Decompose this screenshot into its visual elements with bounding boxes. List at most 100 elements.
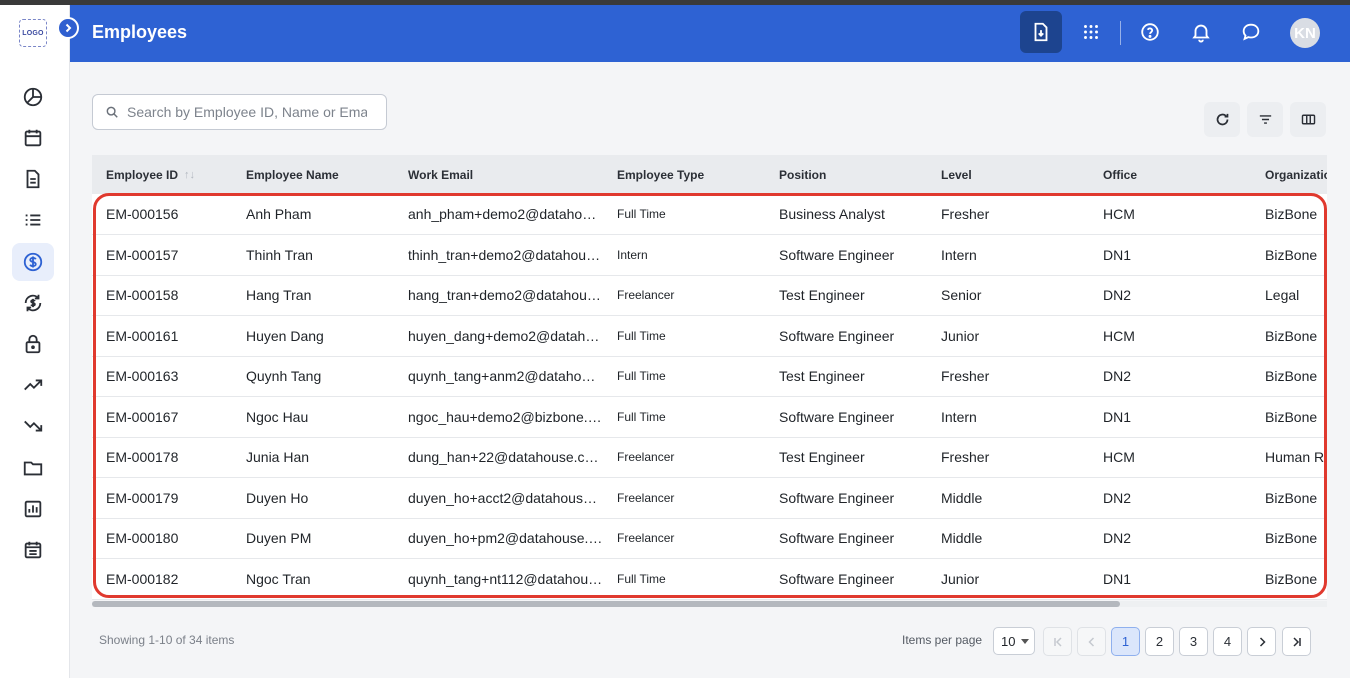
- notifications-button[interactable]: [1180, 11, 1222, 53]
- cell-organization: BizBone: [1251, 315, 1327, 357]
- table-header-row: Employee ID ↑↓ Employee Name Work Email E…: [92, 155, 1327, 194]
- cell-work-email: duyen_ho+acct2@datahouse.com: [394, 477, 603, 519]
- cell-position: Software Engineer: [765, 315, 927, 357]
- column-header-employee-id[interactable]: Employee ID ↑↓: [92, 155, 232, 194]
- chevron-left-icon: [1087, 636, 1094, 647]
- first-page-button[interactable]: [1043, 627, 1072, 656]
- sidebar-item-growth[interactable]: [12, 366, 54, 404]
- sidebar-item-calendar[interactable]: [12, 119, 54, 157]
- columns-icon: [1301, 114, 1315, 125]
- dollar-icon: [23, 252, 43, 272]
- folder-icon: [23, 461, 43, 476]
- cell-work-email: anh_pham+demo2@datahouse.com: [394, 194, 603, 235]
- last-page-button[interactable]: [1282, 627, 1311, 656]
- sidebar-item-payroll[interactable]: [12, 243, 54, 281]
- cell-employee-name: Huyen Dang: [232, 315, 394, 357]
- sidebar-item-exchange[interactable]: [12, 284, 54, 322]
- apps-button[interactable]: [1070, 11, 1112, 53]
- help-button[interactable]: [1129, 11, 1171, 53]
- page-button-2[interactable]: 2: [1145, 627, 1174, 656]
- table-row[interactable]: EM-000163 Quynh Tang quynh_tang+anm2@dat…: [92, 356, 1327, 397]
- table-row[interactable]: EM-000156 Anh Pham anh_pham+demo2@dataho…: [92, 194, 1327, 235]
- cell-level: Intern: [927, 396, 1089, 438]
- cell-position: Test Engineer: [765, 356, 927, 397]
- cell-level: Fresher: [927, 356, 1089, 397]
- table-row[interactable]: EM-000179 Duyen Ho duyen_ho+acct2@dataho…: [92, 477, 1327, 519]
- table-row[interactable]: EM-000180 Duyen PM duyen_ho+pm2@datahous…: [92, 518, 1327, 559]
- page-button-4[interactable]: 4: [1213, 627, 1242, 656]
- page-button-1[interactable]: 1: [1111, 627, 1140, 656]
- prev-page-button[interactable]: [1077, 627, 1106, 656]
- column-header-employee-name[interactable]: Employee Name: [232, 155, 394, 194]
- filter-button[interactable]: [1247, 102, 1283, 137]
- sidebar-item-decline[interactable]: [12, 407, 54, 445]
- search-input[interactable]: [127, 104, 367, 120]
- cell-work-email: hang_tran+demo2@datahouse.com: [394, 275, 603, 316]
- table-row[interactable]: EM-000157 Thinh Tran thinh_tran+demo2@da…: [92, 234, 1327, 276]
- cell-level: Junior: [927, 315, 1089, 357]
- column-header-employee-type[interactable]: Employee Type: [603, 155, 765, 194]
- cell-employee-name: Quynh Tang: [232, 356, 394, 397]
- cell-employee-id: EM-000182: [92, 558, 232, 600]
- export-button[interactable]: [1020, 11, 1062, 53]
- sidebar-item-folders[interactable]: [12, 449, 54, 487]
- sidebar-item-list[interactable]: [12, 201, 54, 239]
- page-title: Employees: [92, 22, 188, 42]
- filter-icon: [1259, 115, 1271, 124]
- table-row[interactable]: EM-000167 Ngoc Hau ngoc_hau+demo2@bizbon…: [92, 396, 1327, 438]
- table-row[interactable]: EM-000182 Ngoc Tran quynh_tang+nt112@dat…: [92, 558, 1327, 600]
- sidebar-item-security[interactable]: [12, 325, 54, 363]
- header-divider: [1120, 21, 1121, 45]
- horizontal-scrollbar[interactable]: [92, 601, 1120, 607]
- cell-office: DN1: [1089, 396, 1251, 438]
- trending-down-icon: [24, 420, 43, 432]
- cell-level: Senior: [927, 275, 1089, 316]
- trending-up-icon: [24, 379, 43, 391]
- messages-button[interactable]: [1230, 11, 1272, 53]
- cell-work-email: quynh_tang+anm2@datahouse.com: [394, 356, 603, 397]
- currency-exchange-icon: [24, 294, 42, 312]
- column-header-organization[interactable]: Organization: [1251, 155, 1327, 194]
- cell-position: Software Engineer: [765, 518, 927, 559]
- cell-employee-name: Ngoc Tran: [232, 558, 394, 600]
- avatar[interactable]: KN: [1290, 18, 1320, 48]
- cell-level: Intern: [927, 234, 1089, 276]
- sidebar-item-dashboard[interactable]: [12, 78, 54, 116]
- cell-organization: BizBone: [1251, 518, 1327, 559]
- columns-button[interactable]: [1290, 102, 1326, 137]
- table-row[interactable]: EM-000158 Hang Tran hang_tran+demo2@data…: [92, 275, 1327, 316]
- caret-down-icon: [1021, 639, 1029, 644]
- cell-position: Test Engineer: [765, 437, 927, 478]
- cell-organization: BizBone: [1251, 558, 1327, 600]
- cell-employee-type: Full Time: [603, 315, 765, 357]
- page-button-3[interactable]: 3: [1179, 627, 1208, 656]
- column-header-office[interactable]: Office: [1089, 155, 1251, 194]
- sidebar: LOGO: [0, 5, 70, 678]
- items-per-page-select[interactable]: 10: [993, 627, 1035, 655]
- sidebar-item-schedule[interactable]: [12, 531, 54, 569]
- column-header-work-email[interactable]: Work Email: [394, 155, 603, 194]
- cell-office: DN2: [1089, 275, 1251, 316]
- search-box[interactable]: [92, 94, 387, 130]
- sidebar-item-reports[interactable]: [12, 490, 54, 528]
- next-page-button[interactable]: [1247, 627, 1276, 656]
- lock-icon: [25, 334, 41, 354]
- sidebar-collapse-button[interactable]: [57, 17, 79, 39]
- cell-level: Middle: [927, 518, 1089, 559]
- column-header-level[interactable]: Level: [927, 155, 1089, 194]
- cell-employee-type: Freelancer: [603, 437, 765, 478]
- cell-office: HCM: [1089, 194, 1251, 235]
- cell-organization: BizBone: [1251, 234, 1327, 276]
- cell-employee-id: EM-000180: [92, 518, 232, 559]
- cell-organization: Legal: [1251, 275, 1327, 316]
- column-header-position[interactable]: Position: [765, 155, 927, 194]
- sidebar-item-documents[interactable]: [12, 160, 54, 198]
- bell-icon: [1192, 24, 1210, 43]
- cell-work-email: dung_han+22@datahouse.com: [394, 437, 603, 478]
- table-row[interactable]: EM-000178 Junia Han dung_han+22@datahous…: [92, 437, 1327, 478]
- refresh-button[interactable]: [1204, 102, 1240, 137]
- employee-table: Employee ID ↑↓ Employee Name Work Email E…: [92, 155, 1327, 600]
- table-row[interactable]: EM-000161 Huyen Dang huyen_dang+demo2@da…: [92, 315, 1327, 357]
- sort-icon[interactable]: ↑↓: [184, 169, 195, 181]
- cell-employee-type: Freelancer: [603, 477, 765, 519]
